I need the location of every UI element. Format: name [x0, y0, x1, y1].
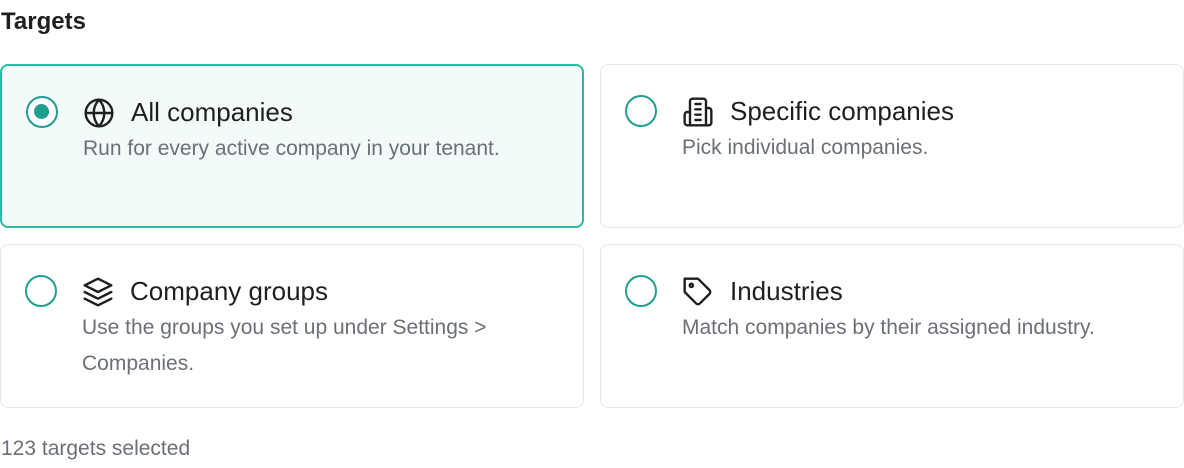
option-title: Specific companies [730, 96, 954, 126]
targets-section: Targets All companies Run for every acti… [0, 0, 1184, 468]
section-title: Targets [1, 8, 86, 35]
option-specific-companies[interactable]: Specific companies Pick individual compa… [600, 64, 1184, 228]
layers-icon [82, 276, 114, 308]
target-options: All companies Run for every active compa… [0, 64, 1184, 408]
globe-icon [83, 97, 115, 129]
building-icon [682, 96, 714, 128]
tag-icon [682, 276, 714, 308]
option-description: Pick individual companies. [682, 136, 929, 159]
option-all-companies[interactable]: All companies Run for every active compa… [0, 64, 584, 228]
option-industries[interactable]: Industries Match companies by their assi… [600, 244, 1184, 408]
option-description: Match companies by their assigned indust… [682, 316, 1095, 339]
radio-industries[interactable] [625, 275, 657, 307]
radio-selected-dot [34, 104, 49, 119]
option-description: Run for every active company in your ten… [83, 137, 500, 160]
option-title: Company groups [130, 276, 328, 306]
option-company-groups[interactable]: Company groups Use the groups you set up… [0, 244, 584, 408]
option-title: Industries [730, 276, 843, 306]
option-title: All companies [131, 97, 293, 127]
radio-all-companies[interactable] [26, 96, 58, 128]
radio-company-groups[interactable] [25, 275, 57, 307]
radio-specific-companies[interactable] [625, 95, 657, 127]
option-description: Use the groups you set up under Settings… [82, 316, 487, 375]
selection-count: 123 targets selected [1, 437, 191, 460]
